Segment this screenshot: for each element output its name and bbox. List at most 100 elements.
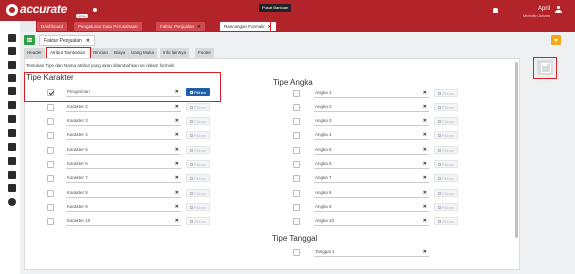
angka-3-pilihan-button[interactable]: Pilihan bbox=[434, 117, 459, 125]
help-center-button[interactable]: Pusat Bantuan bbox=[259, 4, 292, 12]
karakter-9-pilihan-button[interactable]: Pilihan bbox=[186, 203, 211, 211]
karakter-6-checkbox[interactable] bbox=[47, 161, 54, 168]
angka-1-input[interactable]: Angka 1 ✕ bbox=[314, 89, 429, 98]
box-icon[interactable] bbox=[8, 115, 16, 123]
angka-7-checkbox[interactable] bbox=[293, 175, 300, 182]
angka-6-checkbox[interactable] bbox=[293, 161, 300, 168]
karakter-5-checkbox[interactable] bbox=[47, 147, 54, 154]
tab-footer[interactable]: Footer bbox=[195, 48, 215, 58]
karakter-10-pilihan-button[interactable]: Pilihan bbox=[186, 217, 211, 225]
tab-rincian[interactable]: Rincian bbox=[90, 48, 112, 58]
karakter-5-pilihan-button[interactable]: Pilihan bbox=[186, 146, 211, 154]
karakter-4-input[interactable]: Karakter 4 ✕ bbox=[66, 131, 181, 140]
clear-icon[interactable]: ✕ bbox=[423, 203, 427, 211]
angka-3-checkbox[interactable] bbox=[293, 118, 300, 125]
angka-10-pilihan-button[interactable]: Pilihan bbox=[434, 217, 459, 225]
angka-8-pilihan-button[interactable]: Pilihan bbox=[434, 189, 459, 197]
clear-icon[interactable]: ✕ bbox=[423, 217, 427, 225]
karakter-7-input[interactable]: Karakter 7 ✕ bbox=[66, 174, 181, 183]
tab-biaya[interactable]: Biaya bbox=[111, 48, 129, 58]
clear-icon[interactable]: ✕ bbox=[175, 174, 179, 182]
menu-list-button[interactable] bbox=[24, 35, 35, 45]
clear-icon[interactable]: ✕ bbox=[423, 146, 427, 154]
grid-icon[interactable] bbox=[8, 47, 16, 55]
subtab-faktur-penjualan[interactable]: Faktur Penjualan ✕ bbox=[39, 35, 96, 46]
close-icon[interactable]: ✕ bbox=[197, 24, 201, 29]
clear-icon[interactable]: ✕ bbox=[175, 217, 179, 225]
karakter-1-pilihan-button[interactable]: Pilihan bbox=[186, 88, 211, 96]
gear-icon[interactable] bbox=[8, 34, 16, 42]
tanggal-1-checkbox[interactable] bbox=[293, 249, 300, 256]
angka-8-checkbox[interactable] bbox=[293, 190, 300, 197]
inventory-icon[interactable] bbox=[8, 143, 16, 151]
angka-10-checkbox[interactable] bbox=[293, 218, 300, 225]
clear-icon[interactable]: ✕ bbox=[175, 189, 179, 197]
angka-1-pilihan-button[interactable]: Pilihan bbox=[434, 89, 459, 97]
karakter-2-checkbox[interactable] bbox=[47, 104, 54, 111]
clear-icon[interactable]: ✕ bbox=[423, 117, 427, 125]
karakter-4-checkbox[interactable] bbox=[47, 132, 54, 139]
angka-8-input[interactable]: Angka 8 ✕ bbox=[314, 189, 429, 198]
dropdown-menu-button[interactable] bbox=[551, 35, 561, 45]
user-name[interactable]: April bbox=[512, 6, 550, 12]
karakter-3-pilihan-button[interactable]: Pilihan bbox=[186, 117, 211, 125]
angka-9-checkbox[interactable] bbox=[293, 204, 300, 211]
drawer-icon[interactable] bbox=[8, 184, 16, 192]
tab-dashboard[interactable]: Dashboard bbox=[37, 22, 68, 31]
karakter-1-checkbox[interactable] bbox=[47, 89, 54, 96]
angka-4-checkbox[interactable] bbox=[293, 132, 300, 139]
karakter-6-pilihan-button[interactable]: Pilihan bbox=[186, 160, 211, 168]
angka-5-input[interactable]: Angka 5 ✕ bbox=[314, 146, 429, 155]
angka-4-input[interactable]: Angka 4 ✕ bbox=[314, 131, 429, 140]
angka-5-checkbox[interactable] bbox=[293, 147, 300, 154]
karakter-4-pilihan-button[interactable]: Pilihan bbox=[186, 131, 211, 139]
karakter-9-checkbox[interactable] bbox=[47, 204, 54, 211]
tab-header[interactable]: Header bbox=[24, 48, 45, 58]
tab-info-lainnya[interactable]: Info lainnya bbox=[160, 48, 190, 58]
angka-7-input[interactable]: Angka 7 ✕ bbox=[314, 174, 429, 183]
panel-scrollbar[interactable] bbox=[515, 62, 518, 238]
angka-9-input[interactable]: Angka 9 ✕ bbox=[314, 203, 429, 212]
karakter-2-pilihan-button[interactable]: Pilihan bbox=[186, 103, 211, 111]
angka-4-pilihan-button[interactable]: Pilihan bbox=[434, 131, 459, 139]
karakter-3-input[interactable]: Karakter 3 ✕ bbox=[66, 117, 181, 126]
cart-icon[interactable] bbox=[8, 101, 16, 109]
clear-icon[interactable]: ✕ bbox=[423, 160, 427, 168]
calculator-icon[interactable] bbox=[8, 74, 16, 82]
tanggal-1-input[interactable]: Tanggal 1 ✕ bbox=[314, 248, 429, 257]
close-icon[interactable]: ✕ bbox=[86, 38, 90, 44]
karakter-8-input[interactable]: Karakter 8 ✕ bbox=[66, 189, 181, 198]
angka-1-checkbox[interactable] bbox=[293, 90, 300, 97]
hierarchy-icon[interactable] bbox=[8, 157, 16, 165]
karakter-1-input[interactable]: Pengiriman ✕ bbox=[66, 88, 181, 97]
karakter-5-input[interactable]: Karakter 5 ✕ bbox=[66, 146, 181, 155]
clear-icon[interactable]: ✕ bbox=[423, 189, 427, 197]
clear-icon[interactable]: ✕ bbox=[423, 248, 427, 256]
karakter-7-pilihan-button[interactable]: Pilihan bbox=[186, 174, 211, 182]
clear-icon[interactable]: ✕ bbox=[175, 146, 179, 154]
karakter-9-input[interactable]: Karakter 9 ✕ bbox=[66, 203, 181, 212]
clear-icon[interactable]: ✕ bbox=[175, 103, 179, 111]
karakter-7-checkbox[interactable] bbox=[47, 175, 54, 182]
tab-faktur-penjualan[interactable]: Faktur Penjualan ✕ bbox=[156, 22, 205, 31]
angka-10-input[interactable]: Angka 10 ✕ bbox=[314, 217, 429, 226]
angka-6-pilihan-button[interactable]: Pilihan bbox=[434, 160, 459, 168]
tab-uang-muka[interactable]: Uang Muka bbox=[128, 48, 158, 58]
people-icon[interactable] bbox=[8, 171, 16, 179]
angka-5-pilihan-button[interactable]: Pilihan bbox=[434, 146, 459, 154]
truck-icon[interactable] bbox=[8, 87, 16, 95]
clear-icon[interactable]: ✕ bbox=[175, 117, 179, 125]
clear-icon[interactable]: ✕ bbox=[423, 89, 427, 97]
angka-2-pilihan-button[interactable]: Pilihan bbox=[434, 103, 459, 111]
karakter-10-input[interactable]: Karakter 10 ✕ bbox=[66, 217, 181, 226]
angka-3-input[interactable]: Angka 3 ✕ bbox=[314, 117, 429, 126]
clear-icon[interactable]: ✕ bbox=[175, 131, 179, 139]
document-icon[interactable] bbox=[8, 61, 16, 69]
tab-pengaturan-data-perusahaan[interactable]: Pengaturan Data Perusahaan bbox=[74, 22, 142, 31]
karakter-2-input[interactable]: Karakter 2 ✕ bbox=[66, 103, 181, 112]
karakter-3-checkbox[interactable] bbox=[47, 118, 54, 125]
clear-icon[interactable]: ✕ bbox=[423, 131, 427, 139]
angka-9-pilihan-button[interactable]: Pilihan bbox=[434, 203, 459, 211]
clear-icon[interactable]: ✕ bbox=[423, 103, 427, 111]
report-icon[interactable] bbox=[8, 129, 16, 137]
